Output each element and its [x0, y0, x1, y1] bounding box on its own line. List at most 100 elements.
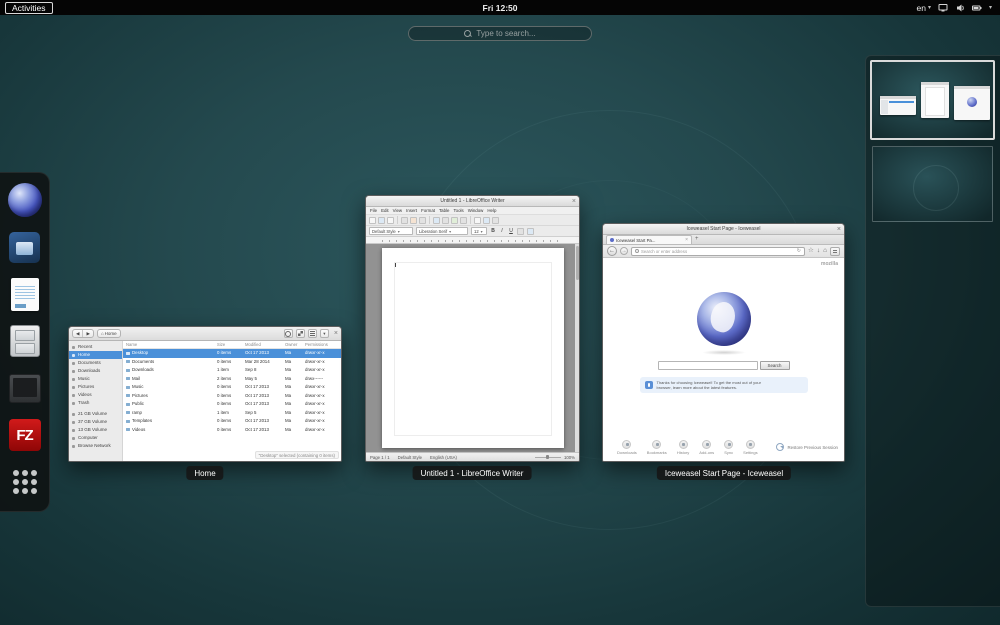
- breadcrumb-home: Home: [105, 331, 117, 336]
- folder-icon: [126, 394, 130, 397]
- column-permissions: Permissions: [305, 341, 341, 348]
- app-grid-icon: [13, 470, 37, 494]
- bookmark-star-icon: ☆: [808, 246, 814, 256]
- toolbar-icon: [442, 217, 449, 224]
- new-tab-icon: +: [695, 235, 699, 244]
- writer-menu-bar: File Edit View Insert Format Table Tools…: [366, 207, 579, 215]
- view-options-icon: ▾: [320, 329, 329, 338]
- workspace-thumbnail-active[interactable]: [870, 60, 995, 140]
- menu-window: Window: [468, 208, 484, 213]
- iceweasel-icon: [8, 183, 42, 217]
- system-status-area[interactable]: en ▾ ▾: [917, 3, 993, 13]
- column-name: Name: [126, 341, 217, 348]
- blue-app-icon: [9, 232, 40, 263]
- file-row: Documents 0 itemsMar 28 2014 Madrwxr-xr-…: [123, 358, 341, 367]
- restore-session-button: Restore Previous Session: [776, 443, 838, 451]
- menu-icon: [830, 247, 840, 256]
- selection-status-text: "Desktop" selected (containing 0 items): [255, 451, 339, 459]
- folder-icon: [126, 386, 130, 389]
- italic-icon: I: [499, 228, 505, 234]
- shortcut-addons: Add-ons: [699, 440, 714, 456]
- downloads-icon: [622, 440, 631, 449]
- keyboard-layout-label: en: [917, 3, 926, 13]
- dash-item-blue-app[interactable]: [6, 228, 44, 266]
- start-page: mozilla Search Thanks for choosing Icewe…: [603, 258, 844, 461]
- file-row: Videos 0 itemsOct 17 2013 Madrwxr-xr-x: [123, 426, 341, 435]
- folder-icon: [126, 411, 130, 414]
- toolbar-separator: [470, 216, 471, 224]
- volume-icon[interactable]: [955, 3, 965, 13]
- welcome-tip-box: Thanks for choosing Iceweasel! To get th…: [640, 377, 808, 393]
- folder-icon: [126, 428, 130, 431]
- shortcut-history: History: [677, 440, 689, 456]
- folder-icon: [126, 403, 130, 406]
- window-label-writer: Untitled 1 - LibreOffice Writer: [413, 466, 532, 480]
- search-button: Search: [760, 361, 790, 370]
- file-row: Pictures 0 itemsOct 17 2013 Madrwxr-xr-x: [123, 392, 341, 401]
- folder-icon: [126, 369, 130, 372]
- text-cursor: [395, 263, 396, 267]
- nav-buttons: ◀ ▶: [72, 329, 94, 338]
- file-row: Desktop 0 itemsOct 17 2013 Madrwxr-xr-x: [123, 349, 341, 358]
- activities-button[interactable]: Activities: [5, 2, 53, 14]
- files-sidebar: Recent Home Documents Downloads Music Pi…: [69, 341, 123, 461]
- file-row: Public 0 itemsOct 17 2013 Madrwxr-xr-x: [123, 400, 341, 409]
- display-icon[interactable]: [938, 3, 948, 13]
- column-size: Size: [217, 341, 245, 348]
- writer-formatting-toolbar: Default Style▾ Liberation Serif▾ 12▾ B I…: [366, 226, 579, 237]
- dash-item-libreoffice-writer[interactable]: [6, 275, 44, 313]
- dash-item-terminal[interactable]: [6, 369, 44, 407]
- dash-item-files[interactable]: [6, 322, 44, 360]
- show-applications-button[interactable]: [6, 463, 44, 501]
- chevron-down-icon: ▾: [928, 4, 931, 11]
- folder-icon: [126, 420, 130, 423]
- restore-session-icon: [776, 443, 784, 451]
- list-view-icon: [308, 329, 317, 338]
- window-iceweasel[interactable]: Iceweasel Start Page - Iceweasel × Icewe…: [602, 223, 845, 462]
- dash-item-iceweasel[interactable]: [6, 181, 44, 219]
- underline-icon: U: [508, 228, 514, 234]
- window-files[interactable]: ◀ ▶ ⌂Home ▾ × Recent Home Documents Down…: [68, 326, 342, 462]
- back-icon: ←: [607, 246, 617, 256]
- sidebar-item-volume: 21 GB Volume: [69, 410, 122, 418]
- site-identity-icon: [635, 249, 639, 253]
- browser-tab: Iceweasel Start Pa... ×: [606, 235, 692, 244]
- tip-text: Thanks for choosing Iceweasel! To get th…: [657, 380, 761, 391]
- sidebar-item-videos: Videos: [69, 391, 122, 399]
- close-icon: ×: [572, 197, 576, 206]
- files-header-actions: ▾ ×: [284, 329, 338, 338]
- grid-view-icon: [296, 329, 305, 338]
- sidebar-item-computer: Computer: [69, 434, 122, 442]
- chevron-down-icon[interactable]: ▾: [989, 4, 992, 11]
- vertical-scrollbar: [575, 244, 579, 452]
- mini-selection: [889, 101, 914, 103]
- folder-icon: [126, 377, 130, 380]
- files-list-pane: Name Size Modified Owner Permissions Des…: [123, 341, 341, 461]
- keyboard-layout-indicator[interactable]: en ▾: [917, 3, 931, 13]
- sidebar-item-recent: Recent: [69, 343, 122, 351]
- shortcut-downloads: Downloads: [617, 440, 637, 456]
- page-margin-guides: [394, 262, 552, 436]
- folder-icon: [126, 352, 130, 355]
- battery-icon[interactable]: [972, 3, 982, 13]
- sidebar-item-trash: Trash: [69, 399, 122, 407]
- mini-page: [925, 87, 945, 116]
- window-libreoffice-writer[interactable]: Untitled 1 - LibreOffice Writer × File E…: [365, 195, 580, 462]
- zoom-slider: [535, 457, 561, 458]
- dash-item-filezilla[interactable]: FZ: [6, 416, 44, 454]
- search-input[interactable]: Type to search...: [408, 26, 592, 41]
- sync-icon: [724, 440, 733, 449]
- url-bar: Search or enter address ↻: [631, 247, 805, 256]
- menu-format: Format: [421, 208, 435, 213]
- sidebar-item-documents: Documents: [69, 359, 122, 367]
- toolbar-icon: [492, 217, 499, 224]
- file-row: ramp 1 itemSep 5 Madrwxr-xr-x: [123, 409, 341, 418]
- search-icon: [284, 329, 293, 338]
- home-icon: ⌂: [101, 331, 104, 336]
- close-icon: ×: [837, 225, 841, 234]
- clock[interactable]: Fri 12:50: [483, 3, 518, 13]
- ruler: [366, 237, 579, 244]
- workspace-thumbnail-empty[interactable]: [872, 146, 993, 222]
- forward-icon: →: [620, 247, 628, 255]
- font-name-dropdown: Liberation Serif▾: [416, 227, 468, 235]
